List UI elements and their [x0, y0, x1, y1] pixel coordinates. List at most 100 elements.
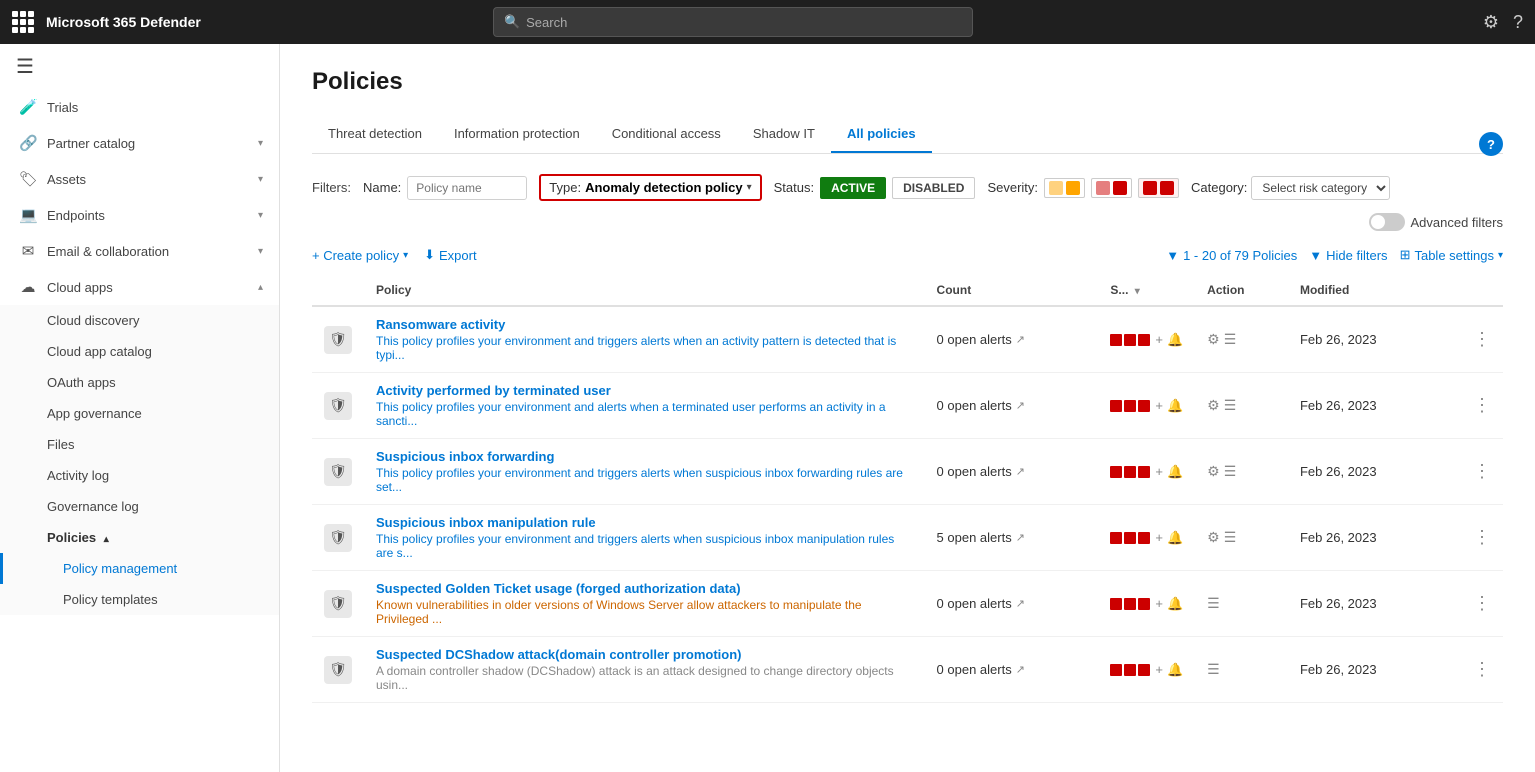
filter-status-disabled[interactable]: DISABLED — [892, 177, 975, 199]
sidebar-item-endpoints[interactable]: 💻 Endpoints ▾ — [0, 197, 279, 233]
filter-status-active[interactable]: ACTIVE — [820, 177, 886, 199]
settings-icon[interactable]: ⚙ — [1483, 12, 1499, 33]
alert-count: 0 open alerts ↗ — [937, 464, 1087, 479]
sidebar-item-partner-catalog[interactable]: 🔗 Partner catalog ▾ — [0, 125, 279, 161]
policy-name-link[interactable]: Suspicious inbox forwarding — [376, 449, 913, 464]
bell-icon[interactable]: 🔔 — [1167, 596, 1183, 612]
policy-name-link[interactable]: Suspicious inbox manipulation rule — [376, 515, 913, 530]
tab-shadow-it[interactable]: Shadow IT — [737, 116, 831, 153]
create-policy-label: + Create policy — [312, 248, 399, 263]
sidebar-item-app-governance[interactable]: App governance — [0, 398, 279, 429]
filter-type-dropdown[interactable]: Type: Anomaly detection policy ▾ — [539, 174, 761, 201]
sidebar-item-email-collab[interactable]: ✉ Email & collaboration ▾ — [0, 233, 279, 269]
sidebar-sub-label: OAuth apps — [47, 375, 116, 390]
more-options-icon[interactable]: ⋮ — [1473, 461, 1491, 481]
gear-icon[interactable]: ⚙ — [1207, 331, 1220, 348]
gear-icon[interactable]: ⚙ — [1207, 529, 1220, 546]
external-link-icon[interactable]: ↗ — [1016, 399, 1025, 412]
more-options-icon[interactable]: ⋮ — [1473, 593, 1491, 613]
bell-icon[interactable]: 🔔 — [1167, 398, 1183, 414]
policy-name-link[interactable]: Activity performed by terminated user — [376, 383, 913, 398]
bell-icon[interactable]: 🔔 — [1167, 332, 1183, 348]
hamburger-button[interactable]: ☰ — [0, 44, 279, 89]
gear-icon[interactable]: ⚙ — [1207, 463, 1220, 480]
page-help-button[interactable]: ? — [1479, 132, 1503, 156]
bell-icon[interactable]: 🔔 — [1167, 464, 1183, 480]
create-policy-button[interactable]: + Create policy ▾ — [312, 248, 408, 263]
table-row: 🛡 Suspicious inbox manipulation rule Thi… — [312, 505, 1503, 571]
waffle-icon[interactable] — [12, 11, 34, 33]
tab-conditional-access[interactable]: Conditional access — [596, 116, 737, 153]
action-cell: ⚙ ☰ — [1195, 306, 1288, 373]
search-box[interactable]: 🔍 — [493, 7, 973, 37]
bell-icon[interactable]: 🔔 — [1167, 662, 1183, 678]
plus-icon[interactable]: + — [1155, 596, 1163, 611]
policy-name-link[interactable]: Suspected DCShadow attack(domain control… — [376, 647, 913, 662]
external-link-icon[interactable]: ↗ — [1016, 663, 1025, 676]
sidebar-item-cloud-apps[interactable]: ☁ Cloud apps ▴ — [0, 269, 279, 305]
plus-icon[interactable]: + — [1155, 464, 1163, 479]
sidebar-item-activity-log[interactable]: Activity log — [0, 460, 279, 491]
sidebar-item-cloud-discovery[interactable]: Cloud discovery — [0, 305, 279, 336]
sidebar-item-policy-management[interactable]: Policy management — [0, 553, 279, 584]
severity-med-group[interactable] — [1091, 178, 1132, 198]
tab-threat-detection[interactable]: Threat detection — [312, 116, 438, 153]
hide-filters-button[interactable]: ▼ Hide filters — [1309, 248, 1387, 263]
tab-all-policies[interactable]: All policies — [831, 116, 932, 153]
plus-icon[interactable]: + — [1155, 662, 1163, 677]
more-options-icon[interactable]: ⋮ — [1473, 659, 1491, 679]
table-header: Policy Count S... ▾ Action — [312, 275, 1503, 306]
plus-icon[interactable]: + — [1155, 332, 1163, 347]
sidebar-item-policy-templates[interactable]: Policy templates — [0, 584, 279, 615]
more-options-icon[interactable]: ⋮ — [1473, 329, 1491, 349]
severity-high-group[interactable] — [1138, 178, 1179, 198]
list-icon[interactable]: ☰ — [1207, 661, 1220, 678]
external-link-icon[interactable]: ↗ — [1016, 333, 1025, 346]
gear-icon[interactable]: ⚙ — [1207, 397, 1220, 414]
list-icon[interactable]: ☰ — [1224, 463, 1237, 480]
filter-name-input[interactable] — [407, 176, 527, 200]
sidebar-sub-label: Cloud app catalog — [47, 344, 152, 359]
table-settings-button[interactable]: ⊞ Table settings ▾ — [1400, 247, 1503, 263]
sidebar-item-oauth-apps[interactable]: OAuth apps — [0, 367, 279, 398]
sidebar-item-trials[interactable]: 🧪 Trials — [0, 89, 279, 125]
action-cell: ⚙ ☰ — [1195, 373, 1288, 439]
sev-high1-icon — [1143, 181, 1157, 195]
more-options-icon[interactable]: ⋮ — [1473, 527, 1491, 547]
policy-name-link[interactable]: Suspected Golden Ticket usage (forged au… — [376, 581, 913, 596]
th-policy[interactable]: Policy — [364, 275, 925, 306]
list-icon[interactable]: ☰ — [1224, 331, 1237, 348]
th-action[interactable]: Action — [1195, 275, 1288, 306]
severity-low-group[interactable] — [1044, 178, 1085, 198]
filter-category: Category: Select risk category — [1191, 176, 1390, 200]
table-toolbar: + Create policy ▾ ⬇ Export ▼ 1 - 20 of 7… — [312, 247, 1503, 263]
sidebar-item-policies[interactable]: Policies ▴ — [0, 522, 279, 553]
help-icon[interactable]: ? — [1513, 12, 1523, 33]
sidebar-item-files[interactable]: Files — [0, 429, 279, 460]
external-link-icon[interactable]: ↗ — [1016, 531, 1025, 544]
bell-icon[interactable]: 🔔 — [1167, 530, 1183, 546]
search-input[interactable] — [526, 15, 962, 30]
partner-catalog-icon: 🔗 — [19, 134, 37, 152]
advanced-filters-toggle[interactable]: Advanced filters — [1369, 213, 1504, 231]
external-link-icon[interactable]: ↗ — [1016, 597, 1025, 610]
export-button[interactable]: ⬇ Export — [424, 247, 476, 263]
list-icon[interactable]: ☰ — [1207, 595, 1220, 612]
sidebar-item-cloud-app-catalog[interactable]: Cloud app catalog — [0, 336, 279, 367]
list-icon[interactable]: ☰ — [1224, 529, 1237, 546]
plus-icon[interactable]: + — [1155, 398, 1163, 413]
th-modified[interactable]: Modified — [1288, 275, 1461, 306]
sidebar-item-assets[interactable]: 🏷 Assets ▾ — [0, 161, 279, 197]
filter-category-select[interactable]: Select risk category — [1251, 176, 1390, 200]
external-link-icon[interactable]: ↗ — [1016, 465, 1025, 478]
th-severity[interactable]: S... ▾ — [1098, 275, 1195, 306]
modified-date: Feb 26, 2023 — [1288, 373, 1461, 439]
sidebar-item-governance-log[interactable]: Governance log — [0, 491, 279, 522]
plus-icon[interactable]: + — [1155, 530, 1163, 545]
more-options-icon[interactable]: ⋮ — [1473, 395, 1491, 415]
policy-name-link[interactable]: Ransomware activity — [376, 317, 913, 332]
tab-information-protection[interactable]: Information protection — [438, 116, 596, 153]
th-count[interactable]: Count — [925, 275, 1099, 306]
list-icon[interactable]: ☰ — [1224, 397, 1237, 414]
table-row: 🛡 Suspicious inbox forwarding This polic… — [312, 439, 1503, 505]
